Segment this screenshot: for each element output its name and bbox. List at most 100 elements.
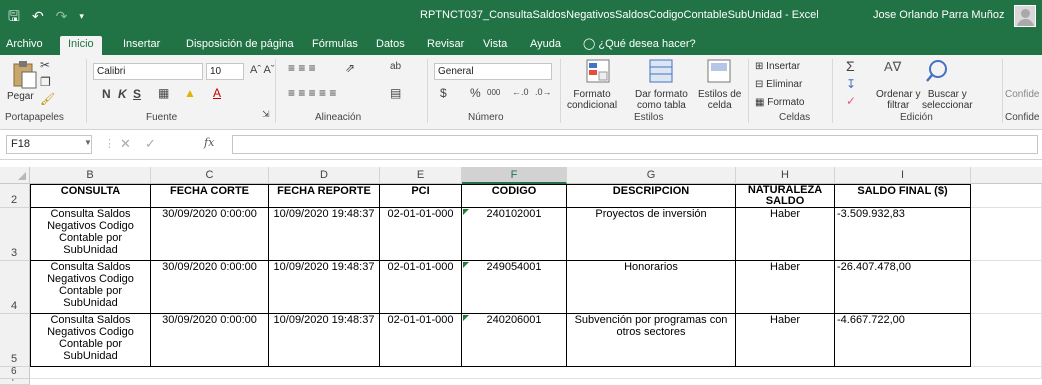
merge-center-icon[interactable]: ▤ bbox=[390, 86, 401, 100]
table-cell[interactable]: 02-01-01-000 bbox=[380, 208, 462, 261]
wrap-text-icon[interactable]: ab bbox=[390, 61, 401, 72]
format-painter-icon[interactable]: 🖌 bbox=[40, 92, 55, 106]
tab-formulas[interactable]: Fórmulas bbox=[312, 36, 358, 55]
table-cell[interactable]: Consulta Saldos Negativos Codigo Contabl… bbox=[31, 261, 151, 314]
table-cell[interactable]: 30/09/2020 0:00:00 bbox=[151, 261, 269, 314]
table-cell[interactable]: 02-01-01-000 bbox=[380, 261, 462, 314]
format-as-table-icon[interactable] bbox=[648, 58, 674, 84]
header-cell-saldo-final[interactable]: SALDO FINAL ($) bbox=[835, 185, 971, 208]
table-cell[interactable]: 10/09/2020 19:48:37 bbox=[269, 314, 380, 367]
sort-filter-icon[interactable]: A∇ bbox=[884, 59, 901, 75]
worksheet-grid[interactable]: B C D E F G H I 2 3 4 5 6 7 CONSULTA FEC… bbox=[0, 160, 1042, 385]
align-left-icon[interactable]: ≡ ≡ ≡ ≡ ≡ bbox=[288, 86, 336, 100]
header-cell-codigo[interactable]: CODIGO bbox=[462, 185, 567, 208]
formula-input[interactable] bbox=[232, 135, 1038, 154]
insert-cells-button[interactable]: ⊞ Insertar bbox=[755, 61, 800, 72]
fill-color-icon[interactable]: ▲ bbox=[184, 86, 196, 100]
tab-archivo[interactable]: Archivo bbox=[6, 36, 43, 55]
header-cell-naturaleza[interactable]: NATURALEZA SALDO bbox=[736, 185, 835, 208]
borders-icon[interactable]: ▦ bbox=[158, 86, 169, 100]
column-header-e[interactable]: E bbox=[380, 167, 462, 184]
table-cell[interactable]: Consulta Saldos Negativos Codigo Contabl… bbox=[31, 314, 151, 367]
row-header-5[interactable]: 5 bbox=[0, 314, 30, 367]
table-cell[interactable]: Haber bbox=[736, 208, 835, 261]
tab-inicio[interactable]: Inicio bbox=[60, 36, 102, 55]
row-header-4[interactable]: 4 bbox=[0, 261, 30, 314]
table-cell[interactable]: Honorarios bbox=[567, 261, 736, 314]
column-header-i[interactable]: I bbox=[835, 167, 971, 184]
percent-button[interactable]: % bbox=[470, 86, 481, 100]
header-cell-fecha-corte[interactable]: FECHA CORTE bbox=[151, 185, 269, 208]
column-header-c[interactable]: C bbox=[151, 167, 269, 184]
header-cell-fecha-reporte[interactable]: FECHA REPORTE bbox=[269, 185, 380, 208]
format-as-table-button[interactable]: Dar formato como tabla bbox=[635, 89, 688, 111]
tab-vista[interactable]: Vista bbox=[483, 36, 507, 55]
cancel-icon[interactable]: ✕ bbox=[120, 136, 131, 152]
tab-ayuda[interactable]: Ayuda bbox=[530, 36, 561, 55]
tab-insertar[interactable]: Insertar bbox=[123, 36, 160, 55]
table-cell[interactable]: Haber bbox=[736, 314, 835, 367]
table-cell[interactable]: 10/09/2020 19:48:37 bbox=[269, 208, 380, 261]
undo-icon[interactable]: ↶ bbox=[32, 6, 44, 26]
confidential-button[interactable]: Confide bbox=[1005, 89, 1039, 100]
row-header-6[interactable]: 6 bbox=[0, 366, 30, 379]
table-cell[interactable]: 240206001 bbox=[462, 314, 567, 367]
currency-button[interactable]: $ bbox=[440, 86, 447, 100]
table-cell[interactable]: 249054001 bbox=[462, 261, 567, 314]
row-header-7[interactable]: 7 bbox=[0, 379, 30, 385]
paste-icon[interactable] bbox=[10, 59, 38, 89]
underline-button[interactable]: S bbox=[133, 87, 141, 101]
name-box-dropdown-icon[interactable]: ▼ bbox=[84, 138, 92, 147]
dialog-launcher-icon[interactable]: ⇲ bbox=[262, 109, 270, 120]
fill-icon[interactable]: ↧ bbox=[846, 77, 856, 91]
table-cell[interactable]: Haber bbox=[736, 261, 835, 314]
table-cell[interactable]: -26.407.478,00 bbox=[835, 261, 971, 314]
font-name-select[interactable]: Calibri bbox=[93, 63, 203, 80]
row-header-2[interactable]: 2 bbox=[0, 184, 30, 208]
column-header-f[interactable]: F bbox=[462, 167, 567, 184]
cell-styles-button[interactable]: Estilos de celda bbox=[698, 89, 741, 111]
tab-revisar[interactable]: Revisar bbox=[427, 36, 464, 55]
paste-button[interactable]: Pegar bbox=[7, 91, 34, 102]
column-header-g[interactable]: G bbox=[567, 167, 736, 184]
conditional-format-button[interactable]: Formato condicional bbox=[567, 89, 617, 111]
table-cell[interactable]: Consulta Saldos Negativos Codigo Contabl… bbox=[31, 208, 151, 261]
column-header-d[interactable]: D bbox=[269, 167, 380, 184]
table-cell[interactable]: 10/09/2020 19:48:37 bbox=[269, 261, 380, 314]
find-select-icon[interactable] bbox=[924, 58, 950, 84]
font-size-select[interactable]: 10 bbox=[206, 63, 244, 80]
enter-icon[interactable]: ✓ bbox=[145, 136, 156, 152]
header-cell-pci[interactable]: PCI bbox=[380, 185, 462, 208]
cut-icon[interactable]: ✂ bbox=[40, 58, 50, 72]
find-select-button[interactable]: Buscar y seleccionar bbox=[922, 89, 973, 111]
table-cell[interactable]: 02-01-01-000 bbox=[380, 314, 462, 367]
table-cell[interactable]: -4.667.722,00 bbox=[835, 314, 971, 367]
thousands-button[interactable]: 000 bbox=[487, 88, 500, 97]
header-cell-descripcion[interactable]: DESCRIPCION bbox=[567, 185, 736, 208]
clear-icon[interactable]: ✓ bbox=[846, 94, 856, 108]
header-cell-consulta[interactable]: CONSULTA bbox=[31, 185, 151, 208]
tell-me-search[interactable]: ◯ ¿Qué desea hacer? bbox=[583, 36, 696, 55]
table-cell[interactable]: 30/09/2020 0:00:00 bbox=[151, 314, 269, 367]
bold-button[interactable]: N bbox=[102, 87, 111, 101]
align-top-icon[interactable]: ≡ ≡ ≡ bbox=[288, 61, 316, 75]
table-cell[interactable]: 30/09/2020 0:00:00 bbox=[151, 208, 269, 261]
user-name[interactable]: Jose Orlando Parra Muñoz bbox=[873, 9, 1004, 21]
table-cell[interactable]: 240102001 bbox=[462, 208, 567, 261]
decimal-decrease-icon[interactable]: .0→ bbox=[535, 87, 552, 97]
table-cell[interactable]: Subvención por programas con otros secto… bbox=[567, 314, 736, 367]
column-header-h[interactable]: H bbox=[736, 167, 835, 184]
tab-datos[interactable]: Datos bbox=[376, 36, 405, 55]
column-header-b[interactable]: B bbox=[30, 167, 151, 184]
name-box[interactable]: F18 bbox=[6, 135, 92, 154]
grow-font-icon[interactable]: Aˆ Aˇ bbox=[250, 64, 274, 76]
table-cell[interactable]: -3.509.932,83 bbox=[835, 208, 971, 261]
redo-icon[interactable]: ↷ bbox=[56, 6, 68, 26]
autosum-icon[interactable]: Σ bbox=[846, 58, 855, 74]
customize-qat-icon[interactable]: ▾ bbox=[79, 6, 84, 26]
avatar[interactable] bbox=[1014, 5, 1036, 27]
fx-icon[interactable]: fx bbox=[204, 136, 214, 149]
cell-styles-icon[interactable] bbox=[706, 58, 732, 84]
row-header-3[interactable]: 3 bbox=[0, 208, 30, 261]
format-cells-button[interactable]: ▦ Formato bbox=[755, 97, 804, 108]
